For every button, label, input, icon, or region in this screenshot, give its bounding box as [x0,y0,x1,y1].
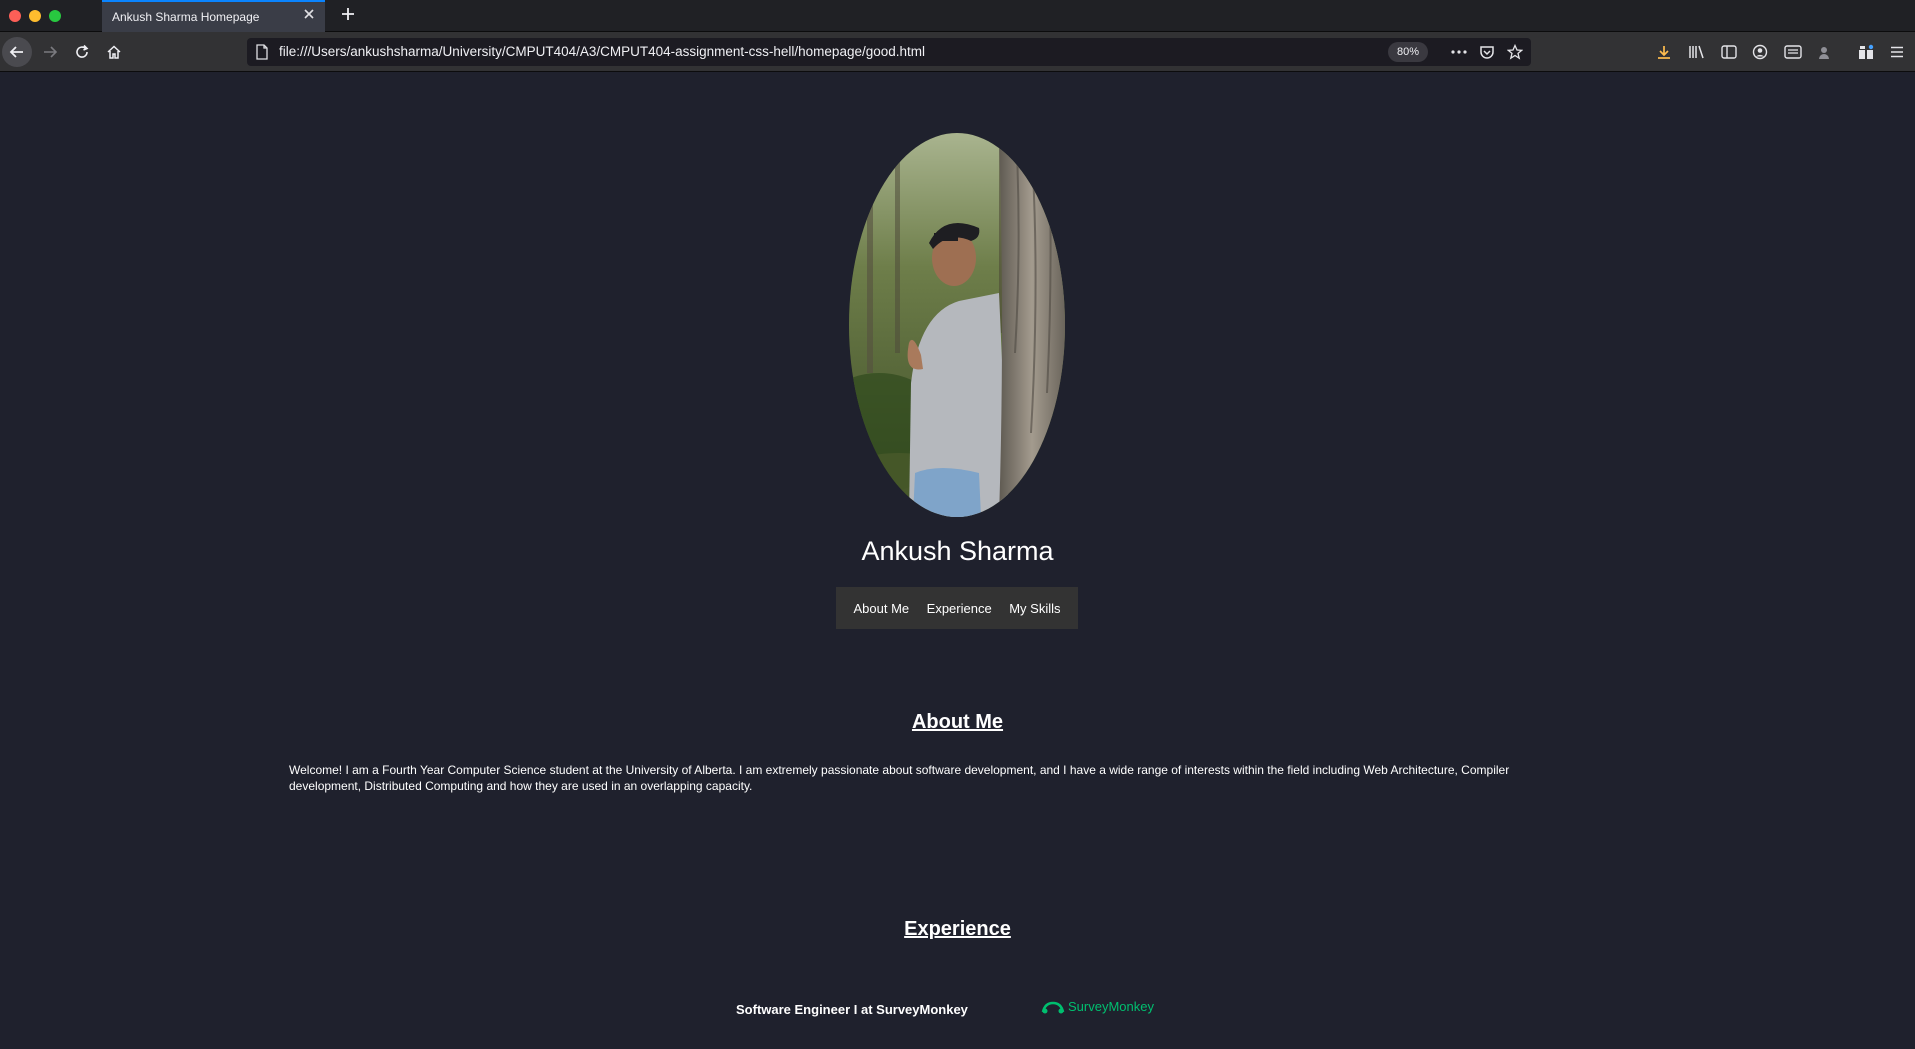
browser-tab[interactable]: Ankush Sharma Homepage [102,0,325,32]
profile-photo [849,133,1065,517]
reload-icon[interactable] [67,38,97,66]
window-minimize-button[interactable] [29,10,41,22]
bookmark-star-icon[interactable] [1504,42,1526,62]
nav-link-about-me[interactable]: About Me [854,601,910,616]
account-icon[interactable] [1749,41,1771,63]
close-tab-icon[interactable] [301,8,317,24]
pocket-icon[interactable] [1476,42,1498,62]
window-zoom-button[interactable] [49,10,61,22]
forward-arrow-icon[interactable] [35,38,65,66]
surveymonkey-mark-icon [1041,1001,1065,1013]
back-arrow-icon[interactable] [2,37,32,67]
url-bar[interactable]: file:///Users/ankushsharma/University/CM… [247,38,1531,66]
download-icon[interactable] [1653,41,1675,63]
surveymonkey-logo: SurveyMonkey [1041,999,1154,1014]
page-nav-menu: About Me Experience My Skills [836,587,1078,629]
about-paragraph: Welcome! I am a Fourth Year Computer Sci… [289,763,1510,793]
library-icon[interactable] [1686,41,1708,63]
experience-section-title: Experience [904,918,1011,940]
new-tab-icon[interactable] [336,4,360,28]
navigation-toolbar: file:///Users/ankushsharma/University/CM… [0,32,1915,72]
sidebar-icon[interactable] [1718,41,1740,63]
zoom-level-badge[interactable]: 80% [1388,42,1429,62]
tab-title: Ankush Sharma Homepage [112,10,260,24]
web-page: Ankush Sharma About Me Experience My Ski… [0,73,1915,1049]
nav-link-experience[interactable]: Experience [927,601,992,616]
experience-role: Software Engineer I at SurveyMonkey [736,1002,968,1017]
home-icon[interactable] [99,38,129,66]
url-text[interactable]: file:///Users/ankushsharma/University/CM… [279,44,925,59]
overflow-icon[interactable] [1855,41,1877,63]
surveymonkey-logo-text: SurveyMonkey [1068,999,1154,1014]
window-close-button[interactable] [9,10,21,22]
page-info-icon[interactable] [255,44,271,60]
nav-link-my-skills[interactable]: My Skills [1009,601,1060,616]
profile-name: Ankush Sharma [861,536,1054,566]
tab-strip: Ankush Sharma Homepage [0,0,1915,32]
reader-view-icon[interactable] [1782,41,1804,63]
hamburger-menu-icon[interactable] [1886,41,1908,63]
about-section-title: About Me [911,711,1004,733]
page-actions-icon[interactable] [1448,42,1470,62]
extension-icon[interactable] [1813,41,1835,63]
